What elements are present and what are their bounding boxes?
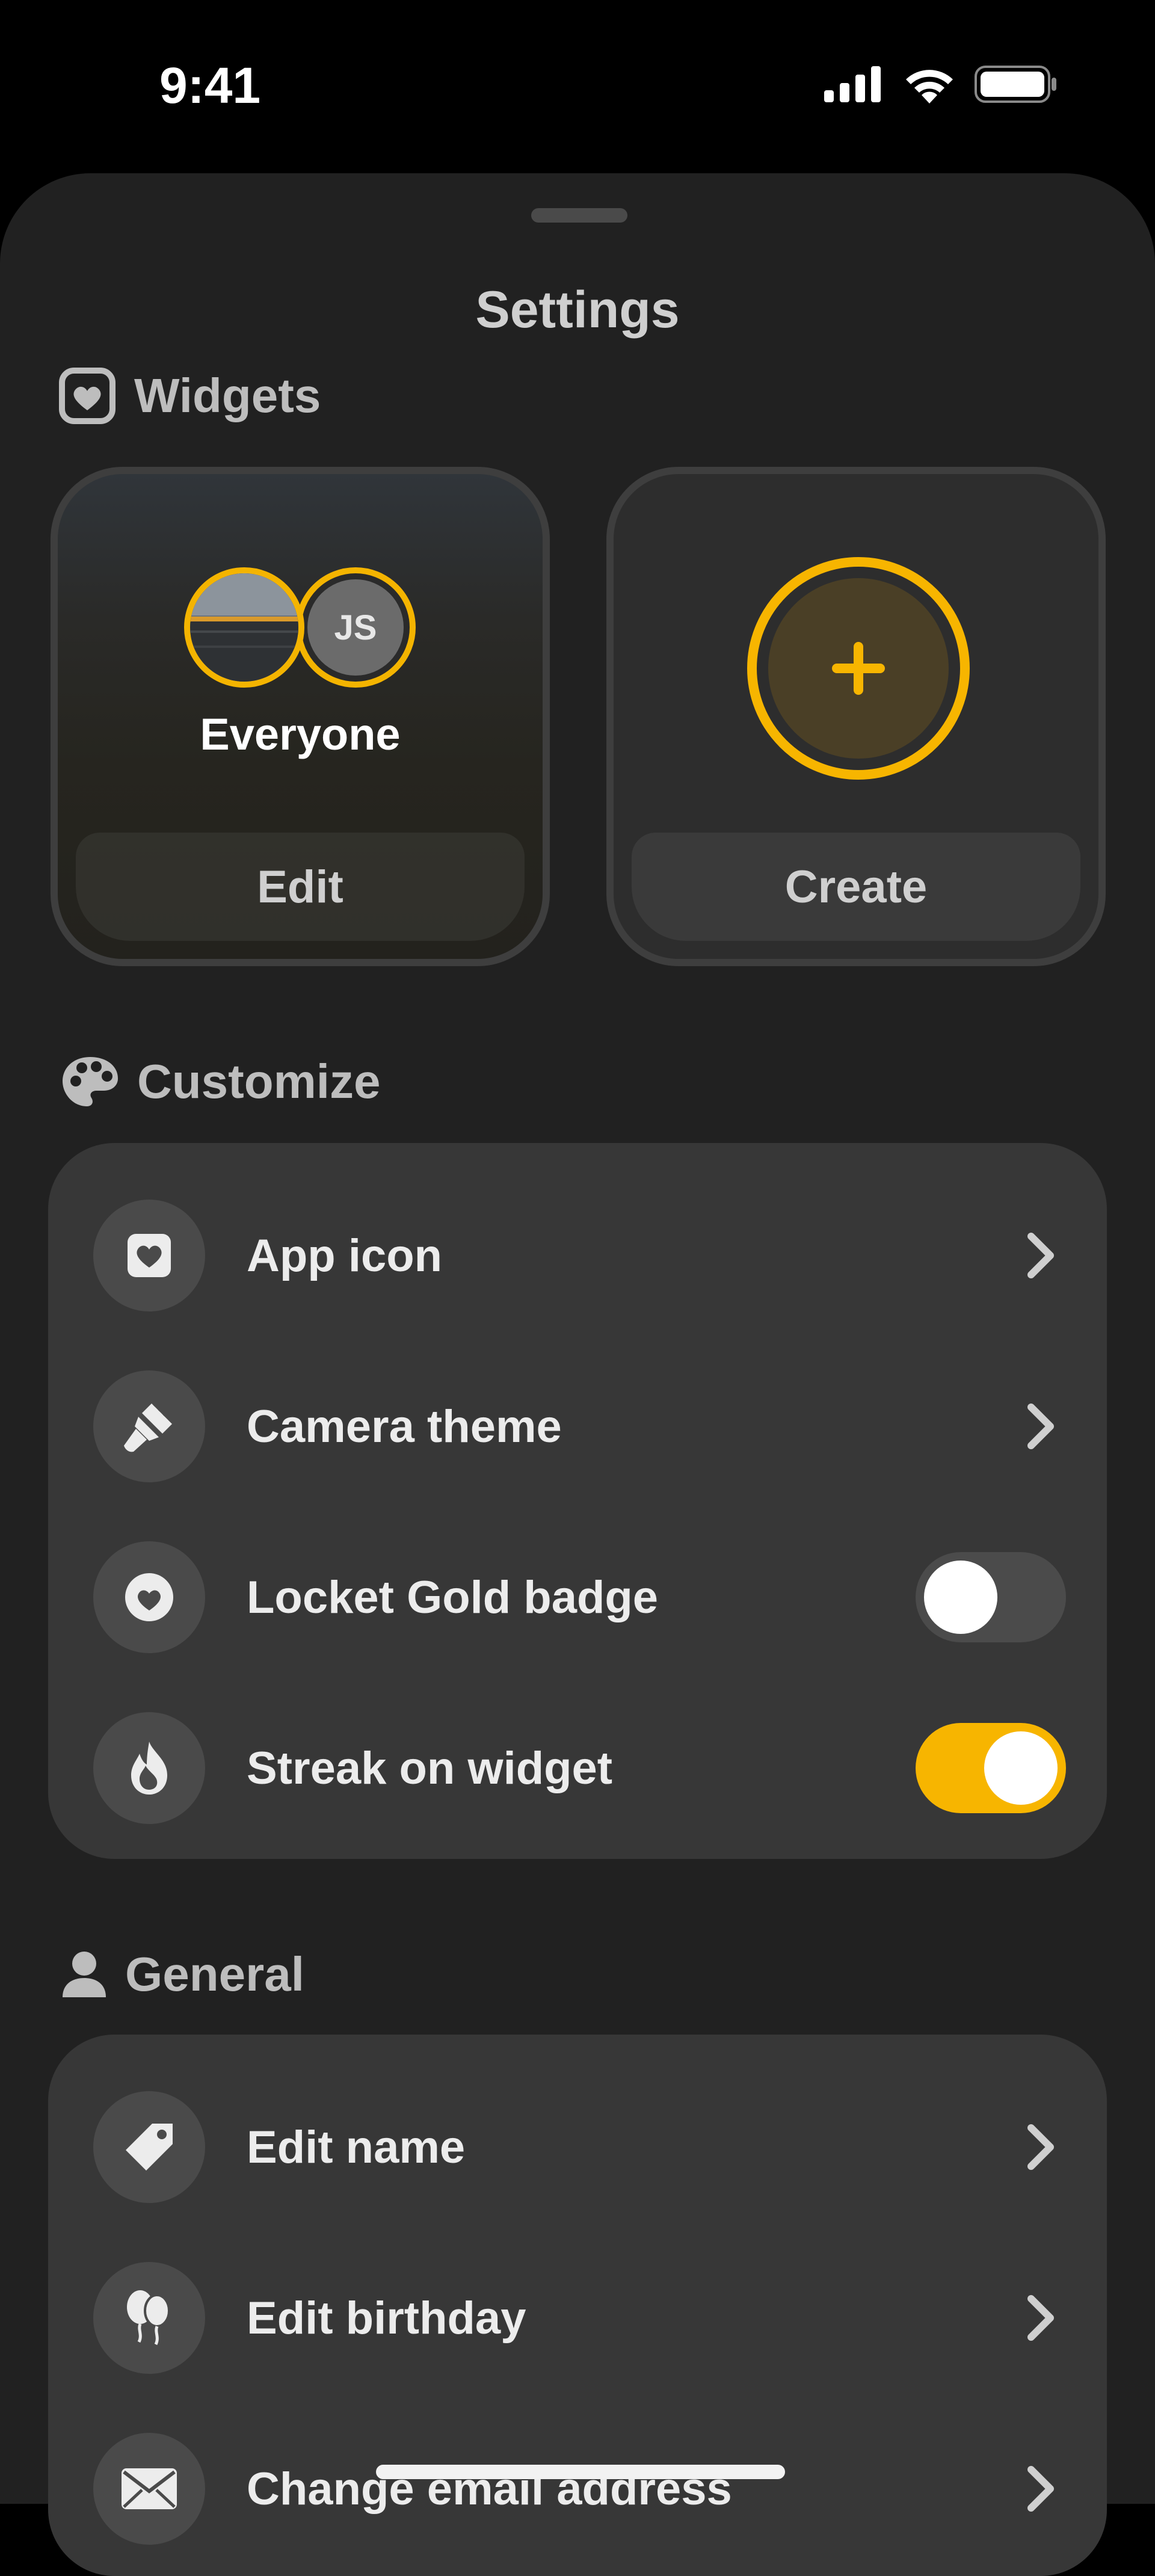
paintbrush-icon xyxy=(93,1370,205,1482)
envelope-icon xyxy=(93,2433,205,2545)
battery-icon xyxy=(975,66,1056,103)
row-label: App icon xyxy=(247,1230,443,1281)
general-card: Edit name Edit birthday Change email add… xyxy=(48,2035,1107,2576)
row-edit-birthday[interactable]: Edit birthday xyxy=(48,2232,1107,2403)
customize-card: App icon Camera theme Locket Gold badge xyxy=(48,1143,1107,1859)
row-change-email[interactable]: Change email address xyxy=(48,2403,1107,2574)
create-widget-button[interactable]: Create xyxy=(632,833,1080,941)
row-label: Edit birthday xyxy=(247,2292,526,2344)
row-label: Camera theme xyxy=(247,1400,562,1452)
heart-square-icon xyxy=(57,366,117,426)
flame-icon xyxy=(93,1712,205,1824)
page-title: Settings xyxy=(475,281,680,339)
locket-gold-badge-toggle[interactable] xyxy=(916,1552,1066,1642)
avatar-initials: JS xyxy=(295,567,416,688)
chevron-right-icon xyxy=(1027,2466,1054,2512)
avatar-initials-text: JS xyxy=(307,579,404,676)
row-camera-theme[interactable]: Camera theme xyxy=(48,1341,1107,1512)
general-section-title: General xyxy=(125,1947,304,2001)
chevron-right-icon xyxy=(1027,1233,1054,1278)
widget-card-create[interactable]: Create xyxy=(606,467,1106,966)
streak-on-widget-toggle[interactable] xyxy=(916,1723,1066,1813)
person-icon xyxy=(60,1944,108,2004)
create-widget-circle[interactable] xyxy=(747,557,970,780)
row-label: Edit name xyxy=(247,2121,466,2173)
customize-section-header: Customize xyxy=(60,1052,381,1112)
edit-widget-button[interactable]: Edit xyxy=(76,833,525,941)
toggle-knob xyxy=(984,1731,1058,1805)
palette-icon xyxy=(60,1052,120,1112)
row-edit-name[interactable]: Edit name xyxy=(48,2062,1107,2232)
general-section-header: General xyxy=(60,1944,304,2004)
row-label: Locket Gold badge xyxy=(247,1571,659,1623)
home-indicator xyxy=(376,2465,785,2479)
wifi-icon xyxy=(906,70,953,103)
chevron-right-icon xyxy=(1027,2295,1054,2341)
widgets-section-title: Widgets xyxy=(134,369,321,422)
plus-icon xyxy=(768,578,949,759)
row-locket-gold-badge: Locket Gold badge xyxy=(48,1512,1107,1683)
status-bar: 9:41 xyxy=(0,0,1155,168)
widget-card-everyone[interactable]: JS Everyone Edit xyxy=(51,467,550,966)
customize-section-title: Customize xyxy=(137,1055,381,1108)
toggle-knob xyxy=(924,1561,997,1634)
status-time: 9:41 xyxy=(159,57,261,114)
cellular-signal-icon xyxy=(824,66,881,102)
heart-badge-icon xyxy=(93,1541,205,1653)
balloons-icon xyxy=(93,2262,205,2374)
row-app-icon[interactable]: App icon xyxy=(48,1170,1107,1341)
heart-square-icon xyxy=(93,1200,205,1311)
avatar-photo xyxy=(184,567,304,688)
widgets-section-header: Widgets xyxy=(57,366,321,426)
sheet-grabber[interactable] xyxy=(531,208,627,223)
status-icons xyxy=(824,65,1059,103)
chevron-right-icon xyxy=(1027,2124,1054,2170)
tag-icon xyxy=(93,2091,205,2203)
widget-everyone-label: Everyone xyxy=(200,709,401,759)
row-label: Streak on widget xyxy=(247,1742,613,1794)
row-streak-on-widget: Streak on widget xyxy=(48,1683,1107,1853)
widget-avatars: JS xyxy=(184,567,425,688)
chevron-right-icon xyxy=(1027,1404,1054,1449)
